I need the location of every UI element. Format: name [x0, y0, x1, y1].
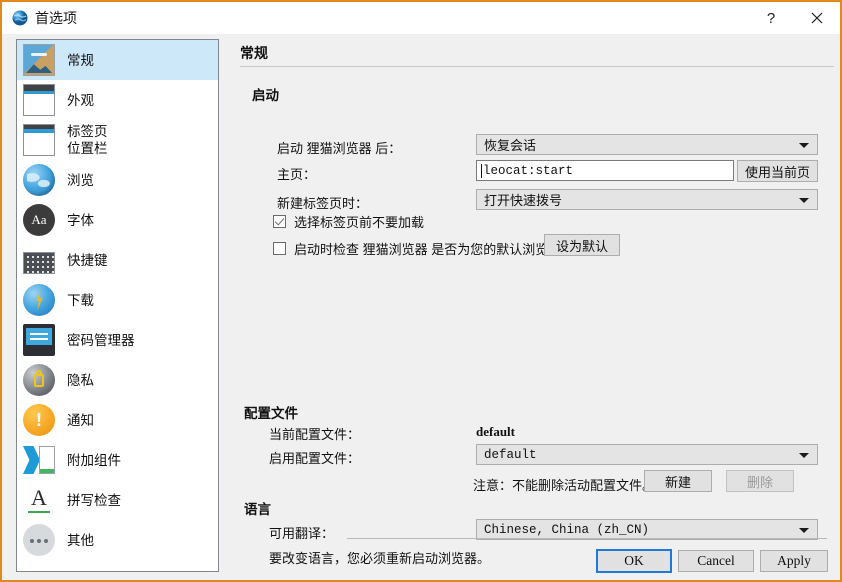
label-homepage: 主页： — [277, 167, 317, 182]
keyboard-icon — [23, 251, 55, 274]
ellipsis-icon — [23, 524, 55, 556]
checkbox-label: 启动时检查 狸猫浏览器 是否为您的默认浏览器 — [294, 242, 562, 257]
current-profile-value: default — [476, 424, 515, 439]
category-list[interactable]: 常规 外观 标签页 位置栏 浏览 Aa 字体 快捷键 下载 密码管理器 隐私 !… — [16, 39, 219, 572]
spellcheck-a-icon — [23, 484, 55, 516]
label-active-profile: 启用配置文件： — [269, 451, 361, 466]
footer-divider — [347, 538, 827, 539]
sidebar-item-tabs-addressbar[interactable]: 标签页 位置栏 — [17, 120, 218, 160]
title-bar: 首选项 ? — [2, 2, 840, 34]
checkbox-default-browser[interactable]: 启动时检查 狸猫浏览器 是否为您的默认浏览器 — [273, 239, 561, 258]
window-title: 首选项 — [35, 10, 77, 26]
sidebar-item-spellcheck[interactable]: 拼写检查 — [17, 480, 218, 520]
checkbox-defer-tab-load[interactable]: 选择标签页前不要加载 — [273, 212, 424, 231]
chevron-down-icon — [799, 197, 809, 203]
use-current-page-button[interactable]: 使用当前页 — [737, 160, 818, 182]
tabs-window-icon — [23, 124, 55, 156]
font-aa-icon: Aa — [23, 204, 55, 236]
sidebar-item-label: 其他 — [67, 532, 94, 548]
ok-button[interactable]: OK — [596, 549, 672, 573]
label-on-startup: 启动 狸猫浏览器 后： — [277, 141, 402, 156]
sidebar-item-label: 标签页 位置栏 — [67, 124, 108, 156]
sidebar-item-browsing[interactable]: 浏览 — [17, 160, 218, 200]
chevron-down-icon — [799, 452, 809, 458]
sidebar-item-fonts[interactable]: Aa 字体 — [17, 200, 218, 240]
label-current-profile: 当前配置文件： — [269, 427, 361, 442]
language-restart-note: 要改变语言，您必须重新启动浏览器。 — [269, 551, 491, 566]
sidebar-item-other[interactable]: 其他 — [17, 520, 218, 560]
download-globe-icon — [23, 284, 55, 316]
on-startup-select[interactable]: 恢复会话 — [476, 134, 818, 155]
sidebar-item-general[interactable]: 常规 — [17, 40, 218, 80]
preferences-dialog: 首选项 ? 常规 外观 标签页 位置栏 浏览 Aa 字体 快捷键 下载 密码管理… — [0, 0, 842, 582]
group-title-profiles: 配置文件 — [244, 406, 298, 421]
sidebar-item-label: 常规 — [67, 52, 94, 68]
window-icon — [23, 84, 55, 116]
new-profile-button[interactable]: 新建 — [644, 470, 712, 492]
on-startup-value: 恢复会话 — [484, 138, 537, 153]
set-default-button[interactable]: 设为默认 — [544, 234, 620, 256]
checkbox-label: 选择标签页前不要加载 — [294, 215, 425, 230]
sidebar-item-label: 附加组件 — [67, 452, 121, 468]
checkbox-icon[interactable] — [273, 242, 286, 255]
password-monitor-icon — [23, 324, 55, 356]
sidebar-item-label: 字体 — [67, 212, 94, 228]
homepage-value: leocat:start — [483, 163, 574, 178]
available-translations-select[interactable]: Chinese, China (zh_CN) — [476, 519, 818, 540]
dialog-body: 常规 外观 标签页 位置栏 浏览 Aa 字体 快捷键 下载 密码管理器 隐私 !… — [2, 34, 840, 580]
settings-panel: 常规 启动 启动 狸猫浏览器 后： 恢复会话 主页： leocat:start … — [234, 34, 834, 580]
sidebar-item-label: 外观 — [67, 92, 94, 108]
checkbox-icon[interactable] — [273, 215, 286, 228]
group-title-startup: 启动 — [252, 88, 279, 103]
text-caret — [481, 163, 482, 178]
sidebar-item-password-manager[interactable]: 密码管理器 — [17, 320, 218, 360]
available-translations-value: Chinese, China (zh_CN) — [484, 522, 650, 537]
new-tab-select[interactable]: 打开快速拨号 — [476, 189, 818, 210]
sidebar-item-label: 浏览 — [67, 172, 94, 188]
group-title-language: 语言 — [244, 502, 271, 517]
homepage-input[interactable]: leocat:start — [476, 160, 734, 181]
globe-icon — [12, 10, 28, 26]
close-icon[interactable] — [794, 2, 840, 34]
new-tab-value: 打开快速拨号 — [484, 193, 563, 208]
sidebar-item-label: 下载 — [67, 292, 94, 308]
cancel-button[interactable]: Cancel — [678, 550, 754, 572]
sidebar-item-appearance[interactable]: 外观 — [17, 80, 218, 120]
delete-profile-button: 删除 — [726, 470, 794, 492]
sidebar-item-label: 密码管理器 — [67, 332, 135, 348]
profiles-note: 注意：不能删除活动配置文件。 — [473, 478, 656, 493]
sidebar-item-notifications[interactable]: 通知 — [17, 400, 218, 440]
sidebar-item-label: 隐私 — [67, 372, 94, 388]
apply-button[interactable]: Apply — [760, 550, 828, 572]
sidebar-item-downloads[interactable]: 下载 — [17, 280, 218, 320]
sidebar-item-privacy[interactable]: 隐私 — [17, 360, 218, 400]
sidebar-item-addons[interactable]: 附加组件 — [17, 440, 218, 480]
picture-icon — [23, 44, 55, 76]
notification-bang-icon — [23, 404, 55, 436]
addons-puzzle-icon — [23, 444, 55, 476]
help-button[interactable]: ? — [748, 2, 794, 34]
active-profile-select[interactable]: default — [476, 444, 818, 465]
page-title: 常规 — [240, 45, 268, 61]
privacy-lock-icon — [23, 364, 55, 396]
chevron-down-icon — [799, 142, 809, 148]
sidebar-item-label: 快捷键 — [67, 252, 108, 268]
sidebar-item-shortcuts[interactable]: 快捷键 — [17, 240, 218, 280]
sidebar-item-label: 拼写检查 — [67, 492, 121, 508]
chevron-down-icon — [799, 527, 809, 533]
active-profile-value: default — [484, 447, 537, 462]
title-divider — [240, 66, 834, 67]
sidebar-item-label: 通知 — [67, 412, 94, 428]
globe-icon — [23, 164, 55, 196]
label-available-translations: 可用翻译： — [269, 526, 335, 541]
label-new-tab: 新建标签页时： — [277, 196, 369, 211]
